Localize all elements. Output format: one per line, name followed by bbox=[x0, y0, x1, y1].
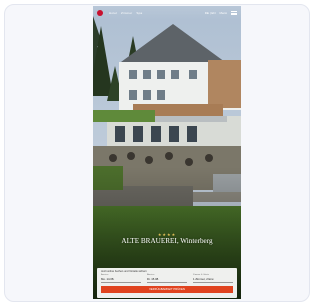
logo-icon[interactable] bbox=[97, 10, 103, 16]
check-availability-button[interactable]: VERFÜGBARKEIT PRÜFEN bbox=[101, 286, 233, 293]
field-value: Di. 15.08. bbox=[147, 277, 159, 281]
header-actions: DE | EN Menü bbox=[205, 11, 237, 15]
arrival-field[interactable]: Anreise Mo. 14.08. bbox=[101, 274, 141, 283]
field-value: Mo. 14.08. bbox=[101, 277, 115, 281]
field-underline bbox=[193, 282, 233, 283]
language-switch[interactable]: DE | EN bbox=[205, 11, 216, 15]
menu-label[interactable]: Menü bbox=[219, 11, 227, 15]
field-underline bbox=[101, 282, 141, 283]
departure-field[interactable]: Abreise Di. 15.08. bbox=[147, 274, 187, 283]
booking-title: Jetzt online buchen und Vorteile sichern bbox=[101, 270, 147, 273]
site-header: Hotel Zimmer Spa DE | EN Menü bbox=[93, 6, 241, 20]
nav-link[interactable]: Spa bbox=[136, 11, 142, 15]
hotel-name: ALTE BRAUEREI, Winterberg bbox=[121, 237, 213, 245]
field-value: 1 Zimmer, 2 Erw. bbox=[193, 277, 214, 281]
hotel-hero-photo bbox=[93, 6, 241, 299]
field-underline bbox=[147, 282, 187, 283]
hero-heading: ★★★★ ALTE BRAUEREI, Winterberg bbox=[93, 232, 241, 246]
nav-link[interactable]: Hotel bbox=[109, 11, 117, 15]
mobile-page-preview: Hotel Zimmer Spa DE | EN Menü ★★★★ ALTE … bbox=[93, 6, 241, 299]
booking-widget: Jetzt online buchen und Vorteile sichern… bbox=[97, 268, 237, 298]
menu-icon[interactable] bbox=[231, 11, 237, 15]
rooms-guests-field[interactable]: Zimmer & Gäste 1 Zimmer, 2 Erw. bbox=[193, 274, 233, 283]
nav-link[interactable]: Zimmer bbox=[121, 11, 132, 15]
main-nav: Hotel Zimmer Spa bbox=[109, 11, 142, 15]
